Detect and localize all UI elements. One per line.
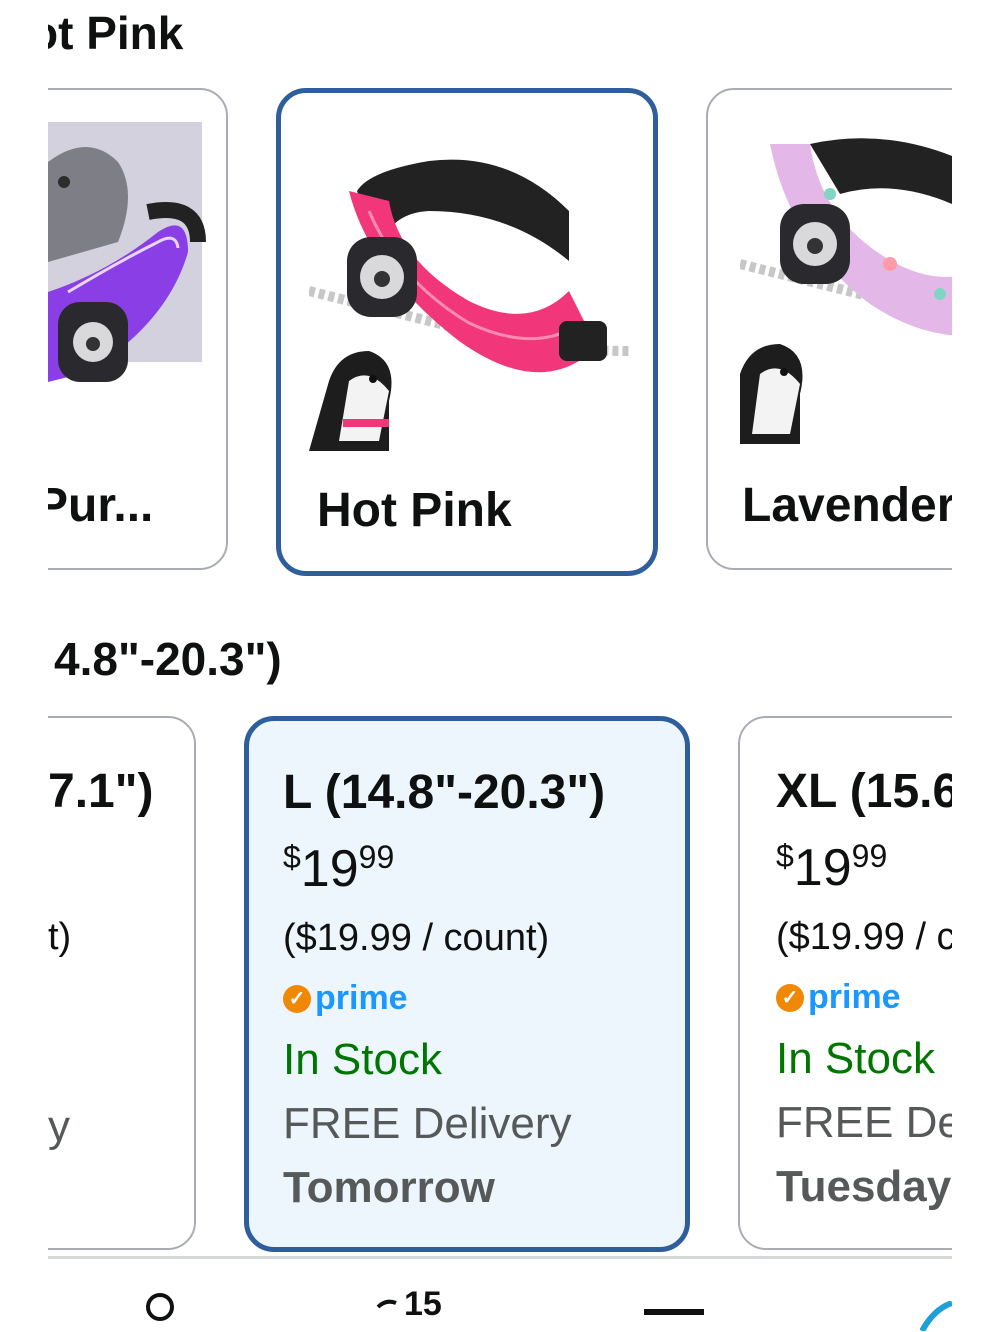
variation-selector: ot Pink Pur... (48, 0, 952, 1329)
size-card-m[interactable]: 7.1") t) y (48, 716, 196, 1250)
lavender-collar-image (740, 138, 952, 444)
size-card-l[interactable]: L (14.8"-20.3") $1999 ($19.99 / count) ✓… (244, 716, 690, 1252)
unit-price: t) (48, 916, 72, 958)
delivery-text: y (48, 1102, 70, 1151)
price: $1999 (283, 839, 394, 899)
swatch-label: Lavender (742, 479, 952, 532)
price-fraction: 99 (851, 838, 888, 874)
delivery-day: Tomorrow (283, 1163, 495, 1212)
size-card-xl[interactable]: XL (15.6 $1999 ($19.99 / c ✓ prime In Sto… (738, 716, 952, 1250)
prime-label: prime (808, 978, 901, 1016)
purple-collar-image (48, 122, 206, 382)
menu-icon[interactable] (644, 1309, 704, 1319)
price-symbol: $ (283, 839, 301, 875)
bottom-nav-bar: 15 (48, 1256, 952, 1332)
color-heading: ot Pink (48, 7, 184, 59)
swatch-purple[interactable]: Pur... (48, 88, 228, 570)
cart-nav[interactable]: 15 (374, 1285, 494, 1332)
swatch-hot-pink[interactable]: Hot Pink (276, 88, 658, 576)
swatch-lavender[interactable]: Lavender (706, 88, 952, 570)
price-whole: 19 (793, 839, 852, 897)
unit-price: ($19.99 / c (776, 916, 952, 958)
swatch-label: Hot Pink (317, 484, 512, 537)
cart-count: 15 (404, 1285, 442, 1323)
prime-check-icon: ✓ (283, 984, 311, 1013)
price-symbol: $ (776, 838, 794, 874)
prime-badge: ✓ prime (283, 979, 408, 1018)
hot-pink-collar-image (309, 159, 630, 451)
rufus-icon[interactable] (920, 1301, 952, 1331)
unit-price: ($19.99 / count) (283, 917, 550, 959)
delivery-text: FREE Delivery (283, 1099, 572, 1148)
search-icon[interactable] (142, 1289, 182, 1329)
prime-badge: ✓ prime (776, 978, 901, 1017)
price-fraction: 99 (358, 839, 395, 875)
cart-icon (376, 1299, 397, 1309)
size-name: 7.1") (48, 765, 154, 818)
size-name: XL (15.6 (776, 765, 952, 818)
price-whole: 19 (300, 840, 359, 898)
swatch-label: Pur... (48, 479, 154, 532)
price: $1999 (776, 838, 887, 898)
prime-label: prime (315, 979, 408, 1017)
delivery-day: Tuesday (776, 1162, 952, 1211)
delivery-text: FREE Del (776, 1098, 952, 1147)
stock-status: In Stock (283, 1035, 442, 1084)
prime-check-icon: ✓ (776, 983, 804, 1012)
size-heading: 4.8"-20.3") (54, 633, 282, 685)
size-name: L (14.8"-20.3") (283, 766, 606, 819)
stock-status: In Stock (776, 1034, 935, 1083)
